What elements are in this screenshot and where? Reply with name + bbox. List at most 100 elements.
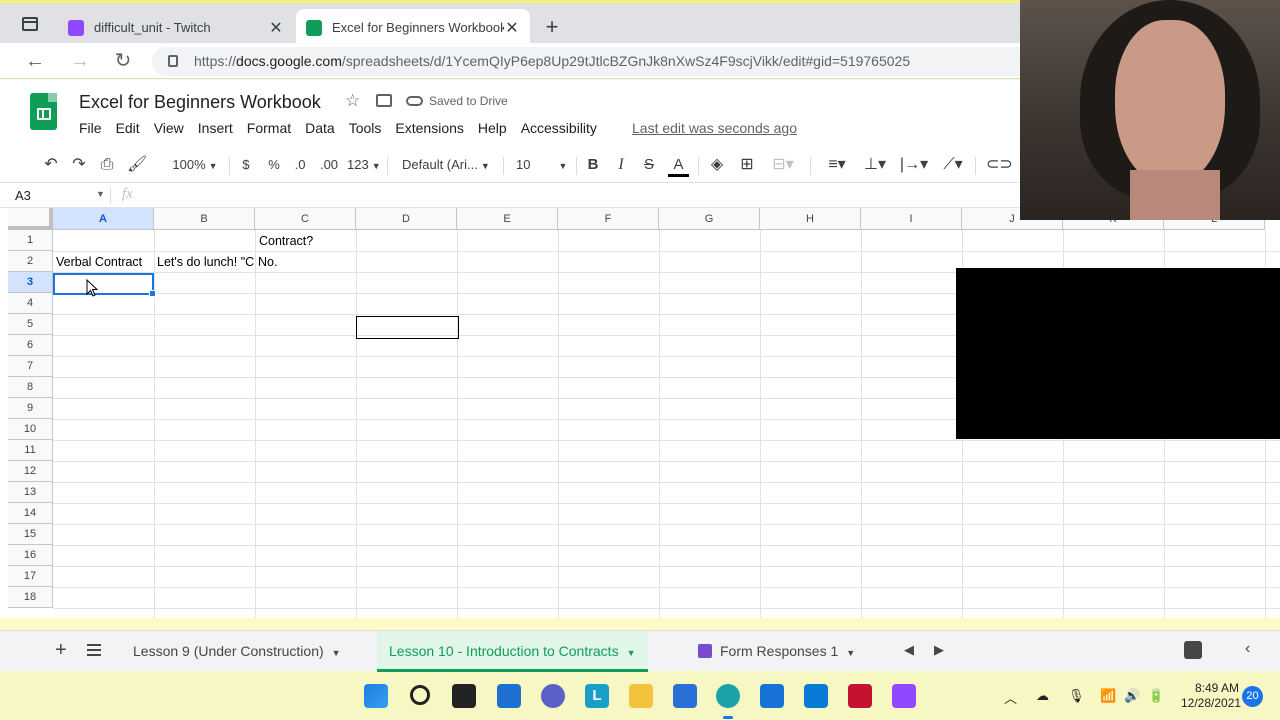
sheet-tab-form-responses[interactable]: Form Responses 1 ▼ — [686, 631, 867, 672]
menu-tools[interactable]: Tools — [349, 120, 382, 136]
row-header-7[interactable]: 7 — [8, 356, 53, 377]
scroll-tabs-right-icon[interactable]: ▶ — [934, 642, 944, 658]
document-title[interactable]: Excel for Beginners Workbook — [79, 92, 321, 113]
column-header-H[interactable]: H — [760, 208, 861, 230]
star-icon[interactable]: ☆ — [345, 91, 360, 111]
row-header-8[interactable]: 8 — [8, 377, 53, 398]
row-header-13[interactable]: 13 — [8, 482, 53, 503]
mcafee-icon[interactable] — [848, 684, 872, 708]
search-icon[interactable] — [410, 685, 430, 705]
explore-icon[interactable] — [1184, 641, 1202, 659]
select-all-corner[interactable] — [8, 208, 53, 230]
strikethrough-button[interactable]: S — [642, 156, 656, 174]
text-color-button[interactable]: A — [668, 156, 689, 177]
row-header-11[interactable]: 11 — [8, 440, 53, 461]
row-header-1[interactable]: 1 — [8, 230, 53, 251]
row-header-3[interactable]: 3 — [8, 272, 53, 293]
outlook-icon[interactable] — [804, 684, 828, 708]
percent-button[interactable]: % — [267, 156, 281, 174]
font-size-select[interactable]: 10 ▼ — [516, 156, 568, 174]
chat-icon[interactable] — [541, 684, 565, 708]
column-header-D[interactable]: D — [356, 208, 457, 230]
text-wrapping-icon[interactable]: |→▾ — [898, 156, 930, 174]
l-app-icon[interactable]: L — [585, 684, 609, 708]
sheet-tab-lesson-9[interactable]: Lesson 9 (Under Construction) ▼ — [121, 631, 353, 672]
close-icon[interactable]: ✕ — [268, 18, 284, 38]
currency-button[interactable]: $ — [240, 156, 252, 174]
horizontal-align-icon[interactable]: ≡▾ — [822, 156, 852, 174]
column-header-C[interactable]: C — [255, 208, 356, 230]
row-header-14[interactable]: 14 — [8, 503, 53, 524]
menu-insert[interactable]: Insert — [198, 120, 233, 136]
chevron-down-icon[interactable]: ▼ — [96, 189, 105, 199]
battery-icon[interactable]: 🔋 — [1148, 688, 1164, 704]
windows-start-icon[interactable] — [364, 684, 388, 708]
row-header-9[interactable]: 9 — [8, 398, 53, 419]
chevron-down-icon[interactable]: ▼ — [332, 648, 341, 658]
row-header-15[interactable]: 15 — [8, 524, 53, 545]
row-header-2[interactable]: 2 — [8, 251, 53, 272]
row-header-10[interactable]: 10 — [8, 419, 53, 440]
move-folder-icon[interactable] — [376, 94, 392, 107]
forward-icon[interactable]: → — [68, 49, 92, 73]
file-explorer-icon[interactable] — [629, 684, 653, 708]
saved-status[interactable]: Saved to Drive — [429, 94, 508, 108]
twitch-icon[interactable] — [892, 684, 916, 708]
menu-extensions[interactable]: Extensions — [395, 120, 463, 136]
all-sheets-icon[interactable] — [87, 644, 101, 656]
browser-tab-twitch[interactable]: difficult_unit - Twitch ✕ — [58, 9, 294, 46]
bold-button[interactable]: B — [586, 156, 600, 174]
close-icon[interactable]: ✕ — [504, 18, 520, 38]
column-header-I[interactable]: I — [861, 208, 962, 230]
task-view-icon[interactable] — [452, 684, 476, 708]
column-header-F[interactable]: F — [558, 208, 659, 230]
italic-button[interactable]: I — [615, 156, 627, 174]
row-header-17[interactable]: 17 — [8, 566, 53, 587]
volume-icon[interactable]: 🔊 — [1124, 688, 1140, 704]
column-header-B[interactable]: B — [154, 208, 255, 230]
store-icon[interactable] — [673, 684, 697, 708]
last-edit-link[interactable]: Last edit was seconds ago — [632, 120, 797, 136]
menu-data[interactable]: Data — [305, 120, 335, 136]
edge-icon[interactable] — [716, 684, 740, 708]
column-header-E[interactable]: E — [457, 208, 558, 230]
fill-color-icon[interactable]: ◈ — [708, 156, 726, 174]
print-icon[interactable]: ⎙ — [98, 156, 116, 174]
system-clock[interactable]: 8:49 AM 12/28/2021 — [1181, 681, 1241, 711]
insert-link-icon[interactable]: ⊂⊃ — [986, 156, 1013, 174]
column-header-G[interactable]: G — [659, 208, 760, 230]
cloud-saved-icon[interactable] — [406, 96, 423, 106]
browser-tab-sheets[interactable]: Excel for Beginners Workbook - G ✕ — [296, 9, 530, 46]
name-box[interactable]: A3 — [15, 188, 31, 203]
tab-actions-icon[interactable] — [22, 17, 38, 31]
more-formats-button[interactable]: 123 ▼ — [347, 156, 381, 174]
new-tab-button[interactable]: + — [540, 14, 564, 40]
font-select[interactable]: Default (Ari... ▼ — [402, 156, 494, 174]
side-panel-toggle-icon[interactable]: ‹ — [1245, 640, 1250, 658]
borders-icon[interactable]: ⊞ — [738, 156, 756, 174]
redo-icon[interactable]: ↷ — [70, 156, 88, 174]
menu-edit[interactable]: Edit — [116, 120, 140, 136]
reload-icon[interactable]: ↻ — [111, 49, 135, 73]
row-header-16[interactable]: 16 — [8, 545, 53, 566]
row-header-5[interactable]: 5 — [8, 314, 53, 335]
scroll-tabs-left-icon[interactable]: ◀ — [904, 642, 914, 658]
sheets-logo-icon[interactable] — [30, 93, 57, 130]
lock-icon[interactable] — [168, 55, 178, 67]
chevron-down-icon[interactable]: ▼ — [627, 648, 636, 658]
chevron-up-icon[interactable]: ︿ — [1004, 688, 1017, 707]
widgets-icon[interactable] — [497, 684, 521, 708]
chevron-down-icon[interactable]: ▼ — [846, 648, 855, 658]
microphone-icon[interactable]: 🎙 — [1068, 688, 1085, 704]
menu-help[interactable]: Help — [478, 120, 507, 136]
row-header-12[interactable]: 12 — [8, 461, 53, 482]
cell-B2[interactable]: Let's do lunch! "C — [154, 252, 255, 273]
cell-C2[interactable]: No. — [255, 252, 356, 273]
back-icon[interactable]: ← — [23, 49, 47, 73]
notification-badge[interactable]: 20 — [1242, 686, 1263, 707]
vertical-align-icon[interactable]: ⊥▾ — [860, 156, 890, 174]
menu-file[interactable]: File — [79, 120, 102, 136]
menu-accessibility[interactable]: Accessibility — [521, 120, 597, 136]
onedrive-icon[interactable]: ☁ — [1036, 688, 1049, 704]
row-header-4[interactable]: 4 — [8, 293, 53, 314]
